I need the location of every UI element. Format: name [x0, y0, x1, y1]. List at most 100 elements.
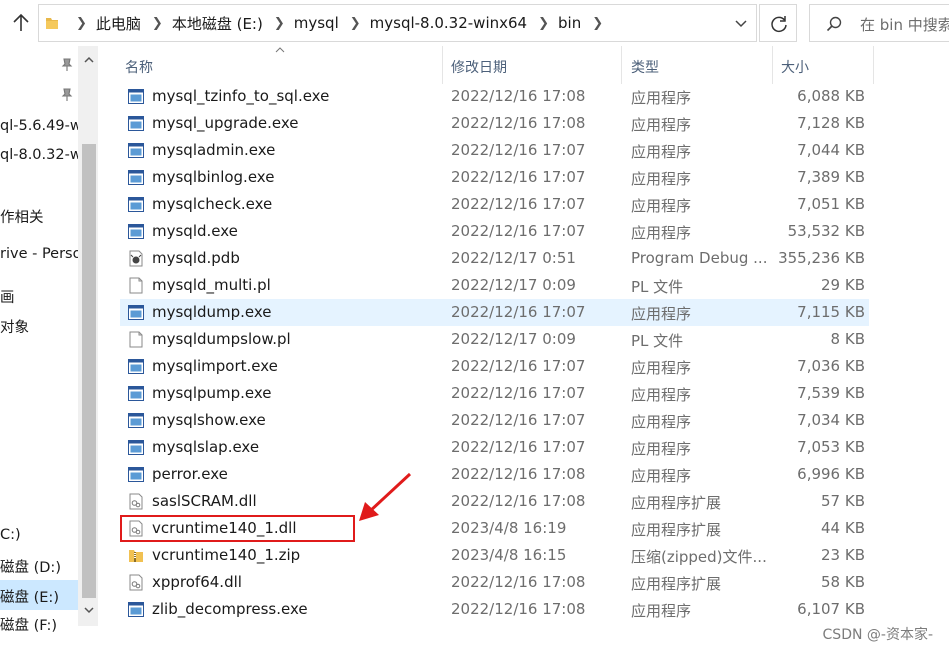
nav-item[interactable]: 对象: [0, 316, 29, 337]
exe-icon: [128, 196, 144, 213]
breadcrumb-item[interactable]: mysql-8.0.32-winx64: [370, 14, 527, 32]
file-type: 压缩(zipped)文件...: [631, 548, 767, 566]
file-row[interactable]: mysqlcheck.exe 2022/12/16 17:07 应用程序 7,051 …: [120, 191, 869, 218]
chevron-right-icon[interactable]: ❯: [592, 16, 603, 31]
file-size: 6,107 KB: [797, 600, 865, 618]
file-date: 2022/12/16 17:07: [451, 384, 586, 402]
scrollbar-thumb[interactable]: [82, 144, 96, 598]
chevron-right-icon[interactable]: ❯: [350, 16, 361, 31]
file-type: 应用程序: [631, 467, 692, 485]
exe-icon: [128, 358, 144, 375]
nav-item[interactable]: rive - Perso: [0, 246, 81, 262]
file-date: 2022/12/16 17:08: [451, 492, 586, 510]
file-name: mysqladmin.exe: [152, 141, 276, 159]
nav-item[interactable]: 作相关: [0, 206, 44, 227]
file-type: 应用程序: [631, 224, 692, 242]
file-type: 应用程序扩展: [631, 521, 722, 539]
file-name: mysqld.exe: [152, 222, 238, 240]
file-type: 应用程序: [631, 386, 692, 404]
file-size: 7,128 KB: [797, 114, 865, 132]
column-header-label: 类型: [631, 60, 659, 76]
file-name: mysqlbinlog.exe: [152, 168, 275, 186]
chevron-right-icon[interactable]: ❯: [76, 16, 87, 31]
file-size: 7,036 KB: [797, 357, 865, 375]
file-type: 应用程序: [631, 143, 692, 161]
file-name: vcruntime140_1.zip: [152, 546, 301, 564]
chevron-down-icon[interactable]: [734, 16, 748, 30]
pin-icon[interactable]: [60, 58, 74, 72]
column-header-label: 修改日期: [451, 60, 507, 76]
file-row[interactable]: perror.exe 2022/12/16 17:08 应用程序 6,996 KB: [120, 461, 869, 488]
column-header-type[interactable]: 类型: [622, 46, 772, 84]
nav-item[interactable]: 画: [0, 286, 15, 307]
file-name: mysql_tzinfo_to_sql.exe: [152, 87, 330, 105]
search-box[interactable]: 在 bin 中搜索: [809, 4, 949, 42]
search-placeholder: 在 bin 中搜索: [860, 16, 949, 34]
file-name: perror.exe: [152, 465, 228, 483]
up-arrow-icon[interactable]: [10, 12, 32, 34]
navigation-pane: ql-5.6.49-w ql-8.0.32-w 作相关 rive - Perso…: [0, 46, 100, 652]
file-name: mysqlshow.exe: [152, 411, 266, 429]
file-row[interactable]: mysql_tzinfo_to_sql.exe 2022/12/16 17:08 应…: [120, 83, 869, 110]
nav-item-selected[interactable]: 磁盘 (E:): [0, 580, 78, 610]
breadcrumb-item[interactable]: 此电脑: [96, 13, 141, 34]
exe-icon: [128, 142, 144, 159]
nav-item[interactable]: ql-8.0.32-w: [0, 147, 82, 163]
column-header-size[interactable]: 大小: [773, 46, 873, 84]
file-type: PL 文件: [631, 332, 684, 350]
file-row[interactable]: mysqldump.exe 2022/12/16 17:07 应用程序 7,115 K…: [120, 299, 869, 326]
exe-icon: [128, 439, 144, 456]
chevron-right-icon[interactable]: ❯: [538, 16, 549, 31]
file-name: mysqlslap.exe: [152, 438, 260, 456]
scroll-down-icon[interactable]: [82, 604, 96, 616]
file-row[interactable]: mysqlshow.exe 2022/12/16 17:07 应用程序 7,034 K…: [120, 407, 869, 434]
scroll-up-icon[interactable]: [82, 54, 96, 66]
file-type: Program Debug ...: [631, 249, 768, 267]
column-header-date[interactable]: 修改日期: [443, 46, 621, 84]
file-row[interactable]: mysqld.pdb 2022/12/17 0:51 Program Debug .…: [120, 245, 869, 272]
column-divider[interactable]: [873, 46, 874, 84]
address-bar[interactable]: ❯ 此电脑 ❯ 本地磁盘 (E:) ❯ mysql ❯ mysql-8.0.32…: [38, 4, 757, 42]
breadcrumb-item[interactable]: bin: [558, 14, 581, 32]
file-row[interactable]: mysqlbinlog.exe 2022/12/16 17:07 应用程序 7,389…: [120, 164, 869, 191]
nav-item[interactable]: ql-5.6.49-w: [0, 118, 82, 134]
chevron-right-icon[interactable]: ❯: [152, 16, 163, 31]
breadcrumb-item[interactable]: mysql: [294, 14, 339, 32]
file-name: mysql_upgrade.exe: [152, 114, 299, 132]
nav-item[interactable]: 磁盘 (D:): [0, 556, 61, 577]
file-row[interactable]: mysqldumpslow.pl 2022/12/17 0:09 PL 文件 8 KB: [120, 326, 869, 353]
file-row[interactable]: mysqld.exe 2022/12/16 17:07 应用程序 53,532 KB: [120, 218, 869, 245]
file-row[interactable]: mysql_upgrade.exe 2022/12/16 17:08 应用程序 7,1…: [120, 110, 869, 137]
dll-icon: [128, 574, 144, 591]
file-row[interactable]: vcruntime140_1.zip 2023/4/8 16:15 压缩(zippe…: [120, 542, 869, 569]
exe-icon: [128, 88, 144, 105]
column-header-name[interactable]: 名称: [120, 46, 442, 84]
file-row[interactable]: mysqlimport.exe 2022/12/16 17:07 应用程序 7,036…: [120, 353, 869, 380]
pin-icon[interactable]: [60, 88, 74, 102]
refresh-button[interactable]: [759, 4, 797, 42]
file-name: zlib_decompress.exe: [152, 600, 308, 618]
highlight-box: [120, 515, 355, 542]
nav-item[interactable]: C:): [0, 527, 21, 543]
breadcrumb-item[interactable]: 本地磁盘 (E:): [172, 13, 263, 34]
file-size: 7,539 KB: [797, 384, 865, 402]
file-row[interactable]: xpprof64.dll 2022/12/16 17:08 应用程序扩展 58 KB: [120, 569, 869, 596]
file-row[interactable]: mysqlpump.exe 2022/12/16 17:07 应用程序 7,539 K…: [120, 380, 869, 407]
file-row[interactable]: saslSCRAM.dll 2022/12/16 17:08 应用程序扩展 57 KB: [120, 488, 869, 515]
file-row[interactable]: mysqld_multi.pl 2022/12/17 0:09 PL 文件 29 KB: [120, 272, 869, 299]
file-date: 2022/12/16 17:08: [451, 600, 586, 618]
file-name: mysqlcheck.exe: [152, 195, 273, 213]
file-row[interactable]: mysqladmin.exe 2022/12/16 17:07 应用程序 7,044 …: [120, 137, 869, 164]
file-row[interactable]: zlib_decompress.exe 2022/12/16 17:08 应用程序 6…: [120, 596, 869, 623]
chevron-right-icon[interactable]: ❯: [274, 16, 285, 31]
file-date: 2022/12/16 17:07: [451, 141, 586, 159]
column-header-label: 名称: [125, 60, 153, 76]
breadcrumb: ❯ 此电脑 ❯ 本地磁盘 (E:) ❯ mysql ❯ mysql-8.0.32…: [65, 5, 612, 41]
file-type: 应用程序: [631, 197, 692, 215]
file-type: PL 文件: [631, 278, 684, 296]
file-type: 应用程序: [631, 89, 692, 107]
search-icon: [826, 16, 842, 32]
file-name: mysqld_multi.pl: [152, 276, 271, 294]
file-row[interactable]: mysqlslap.exe 2022/12/16 17:07 应用程序 7,053 K…: [120, 434, 869, 461]
nav-item[interactable]: 磁盘 (F:): [0, 614, 57, 635]
